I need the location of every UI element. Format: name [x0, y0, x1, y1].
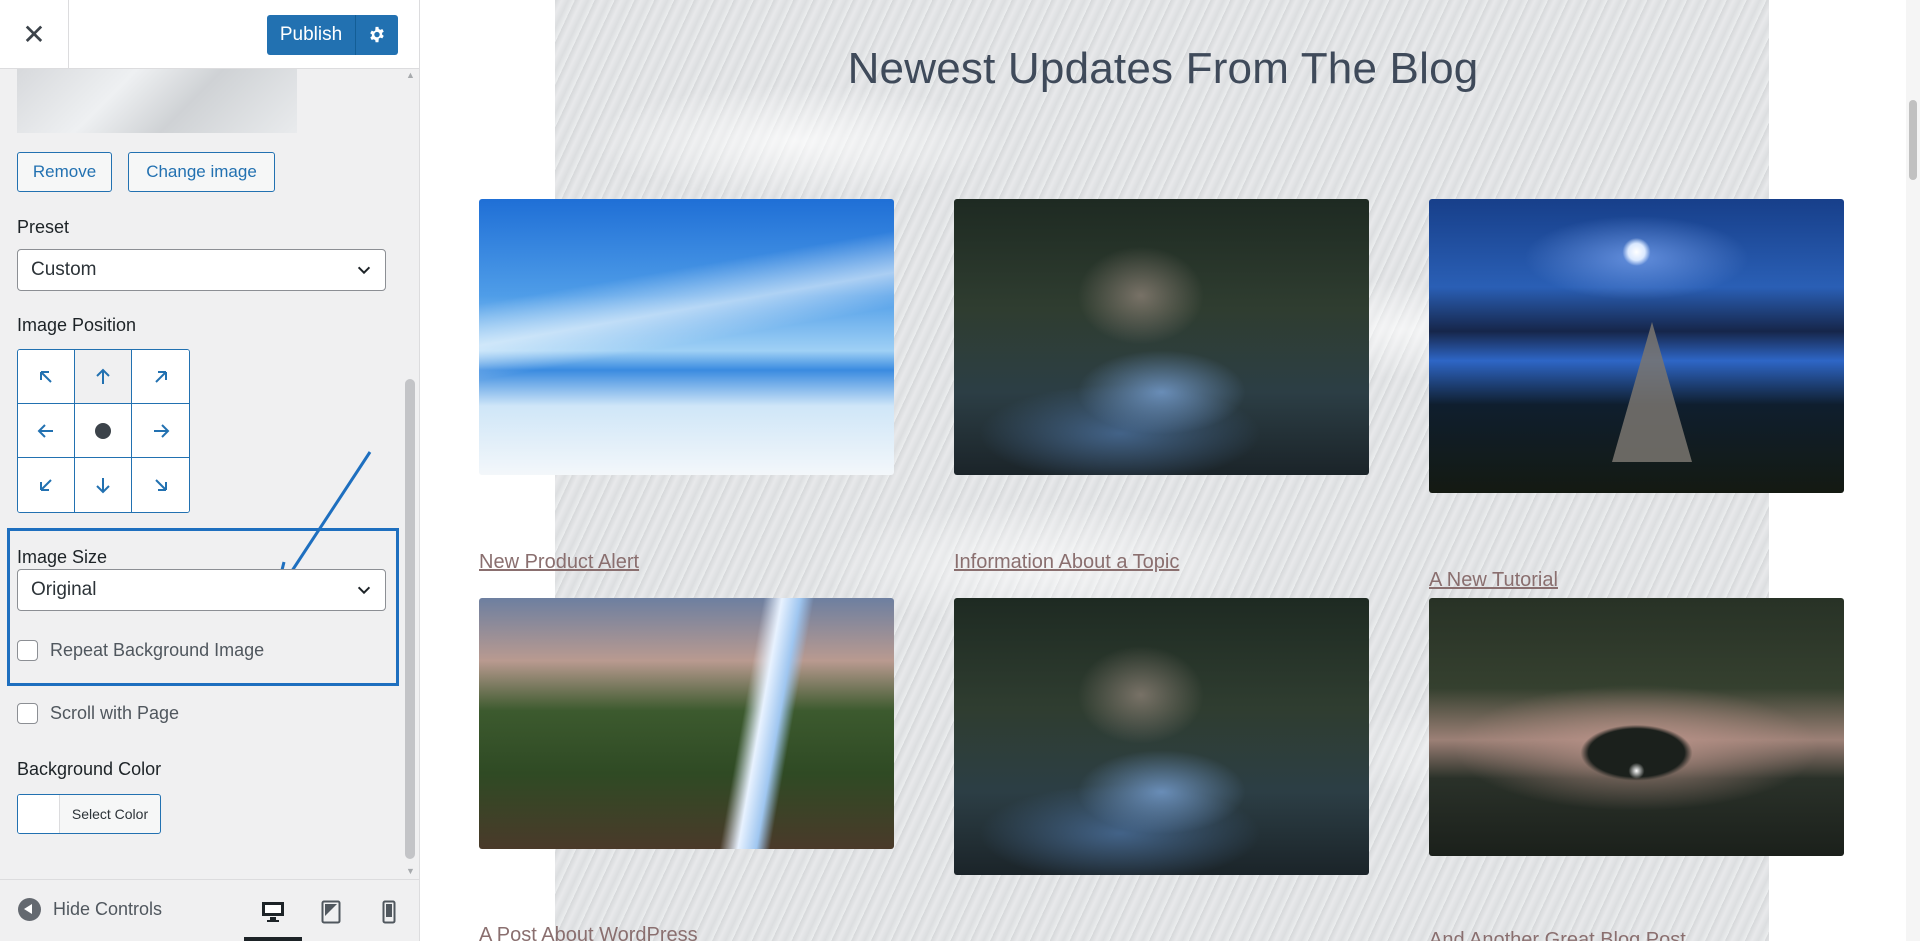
position-center[interactable]: [75, 404, 132, 458]
image-position-label: Image Position: [17, 315, 137, 335]
change-image-button[interactable]: Change image: [128, 152, 275, 192]
select-color-label: Select Color: [71, 806, 149, 822]
controls-panel: Remove Change image Preset Custom Image …: [0, 69, 402, 879]
scroll-with-page-checkbox[interactable]: [17, 703, 38, 724]
sidebar-scrollbar[interactable]: ▲ ▼: [402, 69, 418, 879]
image-size-value: Original: [31, 579, 97, 600]
arrow-down-icon: [96, 478, 110, 494]
chevron-down-icon: [357, 266, 371, 275]
customizer-header: ✕ Publish: [0, 0, 419, 69]
section-title: Newest Updates From The Blog: [847, 44, 1479, 93]
post-title-link[interactable]: A New Tutorial: [1429, 569, 1558, 592]
remove-image-button[interactable]: Remove: [17, 152, 112, 192]
hide-controls-button[interactable]: Hide Controls: [18, 898, 162, 921]
arrow-down-right-icon: [154, 479, 167, 491]
position-bottom-center[interactable]: [75, 458, 132, 512]
arrow-up-icon: [96, 368, 110, 384]
position-top-center[interactable]: [75, 350, 132, 404]
scrollbar-thumb[interactable]: [405, 379, 415, 859]
arrow-right-icon: [153, 423, 169, 438]
customizer-footer: Hide Controls: [0, 879, 419, 941]
tablet-icon: [321, 900, 341, 924]
scroll-down-icon[interactable]: ▼: [406, 867, 415, 876]
gear-icon: [370, 26, 384, 43]
preview-desktop-button[interactable]: [260, 900, 286, 924]
close-button[interactable]: ✕: [0, 0, 69, 68]
position-center-left[interactable]: [18, 404, 75, 458]
customizer-sidebar: ✕ Publish Remove Change image Preset Cus…: [0, 0, 420, 941]
chevron-down-icon: [357, 586, 371, 595]
post-image-sky-beach[interactable]: [479, 199, 894, 475]
mobile-icon: [382, 900, 396, 924]
publish-group: Publish: [267, 15, 398, 55]
preview-tablet-button[interactable]: [318, 900, 344, 924]
collapse-icon: [18, 898, 41, 921]
preview-mobile-button[interactable]: [376, 900, 402, 924]
image-position-grid: [17, 349, 190, 513]
post-image-lake-dock[interactable]: [1429, 199, 1844, 493]
scroll-with-page-label: Scroll with Page: [50, 703, 180, 723]
image-size-label: Image Size: [17, 547, 108, 567]
preset-label: Preset: [17, 217, 70, 237]
position-bottom-left[interactable]: [18, 458, 75, 512]
position-top-right[interactable]: [132, 350, 189, 404]
preview-scrollbar-thumb[interactable]: [1909, 100, 1917, 180]
preset-value: Custom: [31, 259, 97, 280]
post-image-tree-sunset[interactable]: [1429, 598, 1844, 856]
arrow-up-left-icon: [40, 370, 52, 383]
position-center-right[interactable]: [132, 404, 189, 458]
publish-button[interactable]: Publish: [267, 15, 355, 55]
background-image-thumbnail: [17, 69, 297, 133]
post-image-forest-stream[interactable]: [954, 199, 1369, 475]
color-swatch: [18, 795, 60, 833]
select-color-button[interactable]: Select Color: [17, 794, 161, 834]
active-device-indicator: [244, 937, 302, 941]
position-top-left[interactable]: [18, 350, 75, 404]
background-color-label: Background Color: [17, 759, 162, 779]
arrow-left-icon: [37, 423, 53, 438]
site-preview: Newest Updates From The Blog New Product…: [420, 0, 1920, 941]
selected-dot-icon: [95, 422, 111, 439]
scroll-up-icon[interactable]: ▲: [406, 71, 415, 80]
preview-scrollbar[interactable]: [1906, 0, 1920, 941]
position-bottom-right[interactable]: [132, 458, 189, 512]
arrow-up-right-icon: [154, 370, 167, 383]
post-image-forest-stream[interactable]: [954, 598, 1369, 875]
desktop-icon: [262, 902, 284, 922]
repeat-background-checkbox[interactable]: [17, 640, 38, 661]
publish-settings-button[interactable]: [355, 15, 398, 55]
post-title-link[interactable]: A Post About WordPress: [479, 924, 698, 941]
repeat-background-label: Repeat Background Image: [50, 640, 265, 660]
arrow-down-left-icon: [40, 479, 52, 491]
hide-controls-label: Hide Controls: [53, 899, 163, 919]
post-image-waterfall[interactable]: [479, 598, 894, 849]
post-title-link[interactable]: New Product Alert: [479, 551, 639, 574]
post-title-link[interactable]: Information About a Topic: [954, 551, 1179, 574]
post-title-link[interactable]: And Another Great Blog Post: [1429, 929, 1686, 941]
close-icon: ✕: [22, 18, 46, 50]
image-size-select[interactable]: Original: [17, 569, 386, 611]
preset-select[interactable]: Custom: [17, 249, 386, 291]
